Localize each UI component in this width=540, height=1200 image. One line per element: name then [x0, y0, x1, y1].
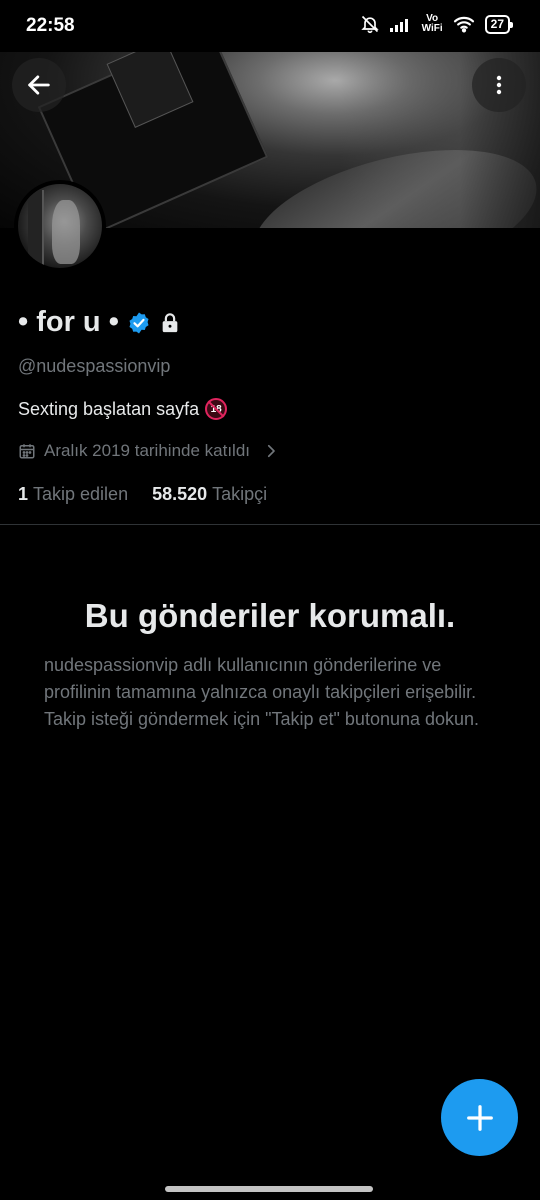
- more-options-button[interactable]: [472, 58, 526, 112]
- status-time: 22:58: [26, 15, 75, 36]
- status-bar: 22:58 Vo WiFi 27: [0, 0, 540, 52]
- verified-badge-icon[interactable]: [127, 311, 151, 335]
- name-row: • for u •: [18, 306, 181, 339]
- vowifi-bottom-label: WiFi: [421, 23, 443, 34]
- compose-post-button[interactable]: [441, 1079, 518, 1156]
- protected-title: Bu gönderiler korumalı.: [84, 597, 456, 634]
- joined-label: Aralık 2019 tarihinde katıldı: [44, 441, 251, 460]
- profile-bio: Sexting başlatan sayfa 18: [18, 398, 228, 420]
- avatar[interactable]: [14, 180, 106, 272]
- followers-count: 58.520: [152, 484, 208, 504]
- display-name: • for u •: [18, 306, 119, 338]
- profile-handle: @nudespassionvip: [18, 356, 171, 376]
- back-button[interactable]: [12, 58, 66, 112]
- home-indicator[interactable]: [165, 1186, 373, 1192]
- joined-date[interactable]: Aralık 2019 tarihinde katıldı: [18, 441, 280, 461]
- bell-muted-icon: [360, 15, 379, 34]
- following-count: 1: [18, 484, 29, 504]
- vowifi-indicator: Vo WiFi: [422, 14, 443, 34]
- bio-text: Sexting başlatan sayfa: [18, 398, 200, 419]
- followers-link[interactable]: 58.520 Takipçi: [152, 484, 267, 505]
- signal-icon: [389, 19, 408, 32]
- plus-icon: [466, 1104, 493, 1131]
- divider: [0, 524, 540, 525]
- battery-indicator: 27: [484, 14, 514, 34]
- more-vertical-icon: [496, 75, 502, 95]
- protected-description: nudespassionvip adlı kullanıcının gönder…: [44, 655, 480, 729]
- no-under-18-icon: 18: [205, 398, 228, 420]
- calendar-icon: [19, 444, 35, 459]
- arrow-left-icon: [28, 75, 50, 95]
- following-link[interactable]: 1 Takip edilen: [18, 484, 128, 505]
- wifi-icon: [453, 16, 474, 33]
- lock-icon: [162, 312, 178, 332]
- follow-stats: 1 Takip edilen 58.520 Takipçi: [18, 484, 267, 505]
- chevron-right-icon: [267, 444, 275, 458]
- followers-label: Takipçi: [212, 484, 268, 504]
- following-label: Takip edilen: [33, 484, 129, 504]
- status-icons: Vo WiFi 27: [360, 14, 514, 34]
